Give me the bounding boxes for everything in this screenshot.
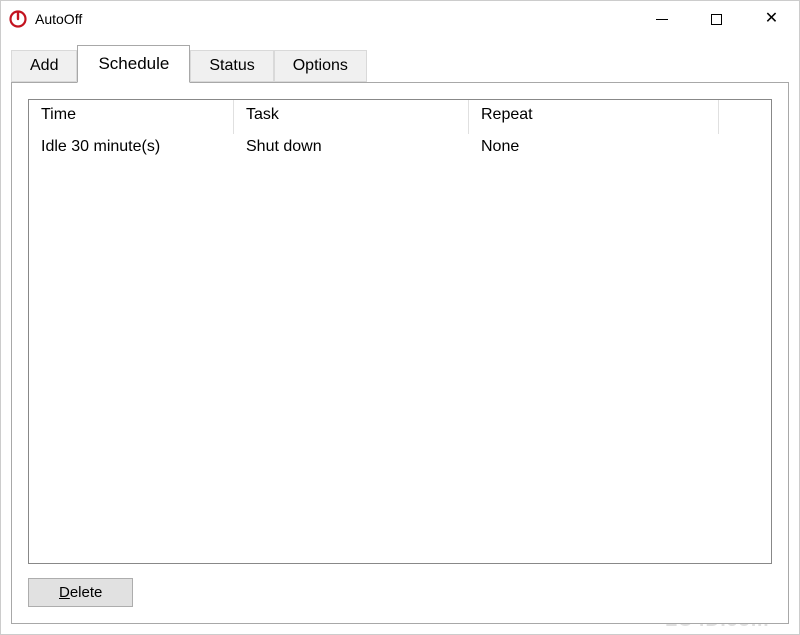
content-area: Add Schedule Status Options Time Task Re… xyxy=(1,37,799,634)
tab-panel-schedule: Time Task Repeat Idle 30 minute(s) Shut … xyxy=(11,82,789,624)
delete-label-rest: elete xyxy=(70,584,103,601)
column-header-time[interactable]: Time xyxy=(29,100,234,134)
tab-options[interactable]: Options xyxy=(274,50,367,82)
cell-task: Shut down xyxy=(234,134,469,164)
schedule-list[interactable]: Time Task Repeat Idle 30 minute(s) Shut … xyxy=(28,99,772,564)
window-title: AutoOff xyxy=(35,11,82,27)
close-button[interactable]: ✕ xyxy=(744,1,799,37)
tab-add[interactable]: Add xyxy=(11,50,77,82)
column-header-repeat[interactable]: Repeat xyxy=(469,100,719,134)
minimize-icon xyxy=(656,19,668,20)
window-controls: ✕ xyxy=(634,1,799,37)
minimize-button[interactable] xyxy=(634,1,689,37)
button-row: Delete xyxy=(28,578,772,607)
cell-spacer xyxy=(719,134,771,164)
cell-repeat: None xyxy=(469,134,719,164)
tabstrip: Add Schedule Status Options xyxy=(11,45,789,82)
delete-accel: D xyxy=(59,584,70,601)
tab-status[interactable]: Status xyxy=(190,50,273,82)
maximize-icon xyxy=(711,14,722,25)
app-window: AutoOff ✕ Add Schedule Status Options Ti… xyxy=(0,0,800,635)
titlebar: AutoOff ✕ xyxy=(1,1,799,37)
table-row[interactable]: Idle 30 minute(s) Shut down None xyxy=(29,134,771,164)
list-header: Time Task Repeat xyxy=(29,100,771,134)
cell-time: Idle 30 minute(s) xyxy=(29,134,234,164)
tab-schedule[interactable]: Schedule xyxy=(77,45,190,83)
close-icon: ✕ xyxy=(765,11,778,27)
list-body: Idle 30 minute(s) Shut down None xyxy=(29,134,771,563)
column-header-spacer xyxy=(719,100,771,134)
app-icon xyxy=(9,10,27,28)
maximize-button[interactable] xyxy=(689,1,744,37)
column-header-task[interactable]: Task xyxy=(234,100,469,134)
delete-button[interactable]: Delete xyxy=(28,578,133,607)
